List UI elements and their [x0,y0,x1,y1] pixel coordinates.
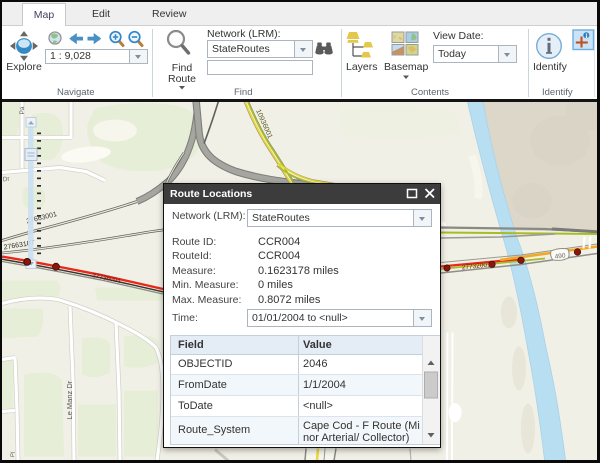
svg-text:490: 490 [554,252,566,260]
svg-text:Pa: Pa [19,106,26,114]
svg-text:Explore: Explore [6,61,42,73]
svg-text:Pl: Pl [10,451,17,457]
svg-text:Route: Route [168,73,196,85]
svg-text:Le Manz Dr: Le Manz Dr [65,380,74,419]
